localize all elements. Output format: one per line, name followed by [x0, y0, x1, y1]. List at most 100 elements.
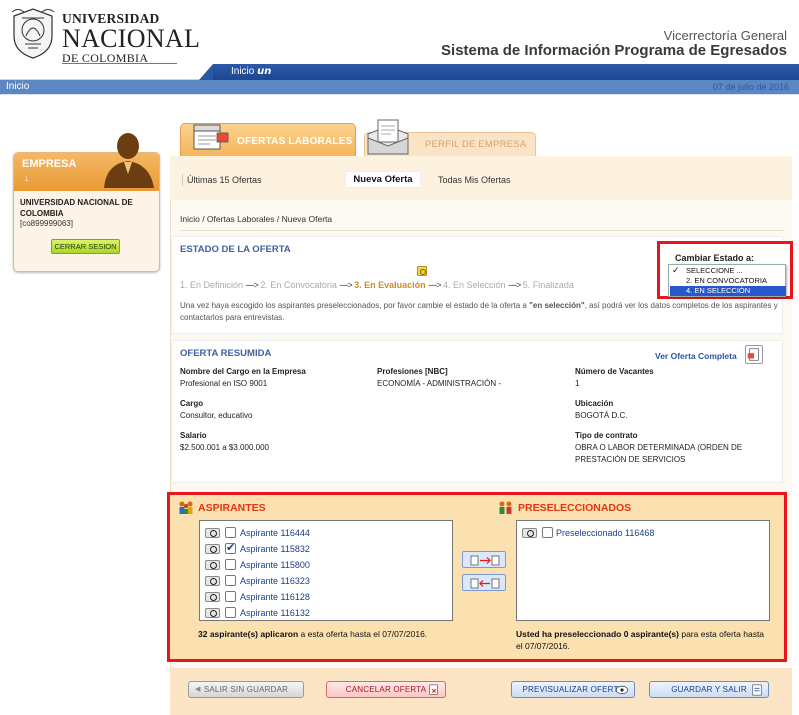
- vacantes-label: Número de Vacantes: [575, 367, 654, 376]
- previsualizar-oferta-button[interactable]: PREVISUALIZAR OFERTA: [511, 681, 635, 698]
- list-item[interactable]: Aspirante 115800: [205, 558, 445, 573]
- eye-icon[interactable]: [205, 576, 220, 586]
- aspirante-label: Aspirante 115800: [240, 560, 310, 570]
- breadcrumb: Inicio / Ofertas Laborales / Nueva Ofert…: [180, 214, 333, 224]
- move-right-arrow-icon: [470, 555, 500, 566]
- company-profile-folder-icon: [367, 119, 409, 155]
- eye-icon[interactable]: [205, 592, 220, 602]
- move-to-aspirantes-button[interactable]: [462, 574, 506, 591]
- eye-icon[interactable]: [522, 528, 537, 538]
- subnav-todas-ofertas[interactable]: Todas Mis Ofertas: [438, 175, 511, 185]
- logout-button[interactable]: CERRAR SESION: [51, 239, 120, 254]
- breadcrumb-divider: [180, 230, 784, 231]
- aspirante-checkbox[interactable]: [225, 559, 236, 570]
- preseleccionados-people-icon: [499, 501, 512, 514]
- aspirante-checkbox[interactable]: [225, 607, 236, 618]
- check-icon: ✓: [672, 265, 680, 275]
- salario-value: $2.500.001 a $3.000.000: [180, 443, 269, 452]
- university-seal-icon: [11, 8, 55, 59]
- list-item[interactable]: Aspirante 116323: [205, 574, 445, 589]
- list-item[interactable]: Aspirante 116132: [205, 606, 445, 621]
- cancelar-label: CANCELAR OFERTA: [345, 685, 427, 694]
- step-3-current: 3. En Evaluación: [354, 280, 426, 290]
- view-document-icon[interactable]: [745, 345, 763, 364]
- logo-line-2: NACIONAL: [62, 23, 201, 53]
- step-arrow: ---->: [508, 280, 521, 290]
- estado-description: Una vez haya escogido los aspirantes pre…: [180, 300, 780, 324]
- dropdown-option-en-convocatoria[interactable]: 2. EN CONVOCATORIA: [670, 276, 786, 286]
- estado-desc-bold: "en selección": [529, 301, 585, 310]
- list-item[interactable]: Aspirante 115832: [205, 541, 445, 557]
- back-arrow-icon: ◀: [195, 686, 201, 693]
- aspirante-checkbox[interactable]: [225, 575, 236, 586]
- step-4: 4. En Selección: [442, 280, 506, 290]
- profesiones-label: Profesiones [NBC]: [377, 367, 448, 376]
- step-1: 1. En Definición: [180, 280, 244, 290]
- contrato-label: Tipo de contrato: [575, 431, 638, 440]
- list-item[interactable]: Aspirante 116128: [205, 590, 445, 605]
- salir-label: SALIR SIN GUARDAR: [203, 685, 289, 694]
- aspirante-checkbox[interactable]: [225, 541, 236, 554]
- job-offer-document-icon: [193, 124, 229, 150]
- estado-steps: 1. En Definición ----> 2. En Convocatori…: [180, 280, 574, 290]
- empresa-code: [co899999063]: [20, 219, 73, 228]
- aspirante-label: Aspirante 115832: [240, 544, 310, 554]
- person-silhouette-icon: [104, 133, 154, 188]
- nav-bottom-bar: [0, 80, 799, 95]
- step-arrow: ---->: [339, 280, 352, 290]
- guardar-y-salir-button[interactable]: GUARDAR Y SALIR: [649, 681, 769, 698]
- eye-icon[interactable]: [205, 544, 220, 554]
- preseleccionado-label: Preseleccionado 116468: [556, 528, 655, 538]
- aspirantes-people-icon: [179, 501, 193, 514]
- ver-oferta-completa-link[interactable]: Ver Oferta Completa: [655, 351, 737, 361]
- cargo-value: Consultor, educativo: [180, 411, 253, 420]
- aspirante-checkbox[interactable]: [225, 591, 236, 602]
- subnav-nueva-oferta[interactable]: Nueva Oferta: [345, 171, 421, 188]
- save-document-icon: [752, 684, 762, 696]
- aspirantes-count-rest: a esta oferta hasta el 07/07/2016.: [298, 629, 428, 639]
- aspirante-checkbox[interactable]: [225, 527, 236, 538]
- preseleccionados-list[interactable]: Preseleccionado 116468: [516, 520, 770, 621]
- preview-eye-icon: [615, 685, 629, 695]
- contrato-value-line2: PRESTACIÓN DE SERVICIOS: [575, 455, 686, 464]
- ubicacion-label: Ubicación: [575, 399, 614, 408]
- cargo-empresa-label: Nombre del Cargo en la Empresa: [180, 367, 306, 376]
- oferta-resumida-title: OFERTA RESUMIDA: [180, 348, 272, 359]
- preseleccionados-title: PRESELECCIONADOS: [518, 502, 632, 514]
- cancelar-oferta-button[interactable]: CANCELAR OFERTA: [326, 681, 446, 698]
- step-5: 5. Finalizada: [522, 280, 574, 290]
- eye-icon[interactable]: [205, 528, 220, 538]
- salario-label: Salario: [180, 431, 207, 440]
- dropdown-option-seleccione[interactable]: SELECCIONE ...: [670, 266, 786, 276]
- eye-icon[interactable]: [205, 560, 220, 570]
- list-item[interactable]: Aspirante 116444: [205, 526, 445, 541]
- inicio-link[interactable]: Inicio: [6, 81, 29, 92]
- aspirantes-title: ASPIRANTES: [198, 502, 266, 514]
- dropdown-option-en-seleccion[interactable]: 4. EN SELECCIÓN: [670, 286, 786, 296]
- inicio-un-tab[interactable]: [199, 64, 799, 80]
- inicio-un-prefix: Inicio: [231, 66, 255, 77]
- inicio-un-link[interactable]: Inicio un: [231, 66, 271, 77]
- salir-sin-guardar-button[interactable]: ◀ SALIR SIN GUARDAR: [188, 681, 304, 698]
- list-item[interactable]: Preseleccionado 116468: [522, 526, 762, 541]
- preseleccionado-checkbox[interactable]: [542, 527, 553, 538]
- estado-desc-pre: Una vez haya escogido los aspirantes pre…: [180, 301, 530, 310]
- subnav-ultimas-ofertas[interactable]: Últimas 15 Ofertas: [187, 175, 262, 185]
- move-to-preseleccionados-button[interactable]: [462, 551, 506, 568]
- aspirantes-count-bold: 32 aspirante(s) aplicaron: [198, 629, 299, 639]
- eye-icon[interactable]: [205, 608, 220, 618]
- preseleccionados-count: Usted ha preseleccionado 0 aspirante(s) …: [516, 628, 766, 652]
- un-logo-text: un: [257, 66, 272, 77]
- current-date: 07 de julio de 2016: [712, 82, 789, 92]
- aspirante-label: Aspirante 116132: [240, 608, 310, 618]
- current-step-marker-icon: [417, 266, 427, 276]
- aspirantes-count: 32 aspirante(s) aplicaron a esta oferta …: [198, 628, 438, 640]
- oferta-resumida-section: [171, 340, 783, 483]
- cambiar-estado-dropdown[interactable]: SELECCIONE ... 2. EN CONVOCATORIA 4. EN …: [668, 264, 786, 297]
- preseleccionados-count-bold: Usted ha preseleccionado 0 aspirante(s): [516, 629, 679, 639]
- move-left-arrow-icon: [470, 578, 500, 589]
- aspirantes-list[interactable]: Aspirante 116444 Aspirante 115832 Aspira…: [199, 520, 453, 621]
- ubicacion-value: BOGOTÁ D.C.: [575, 411, 628, 420]
- vicerrectoria-label: Vicerrectoría General: [663, 28, 787, 43]
- cambiar-estado-label: Cambiar Estado a:: [675, 253, 755, 263]
